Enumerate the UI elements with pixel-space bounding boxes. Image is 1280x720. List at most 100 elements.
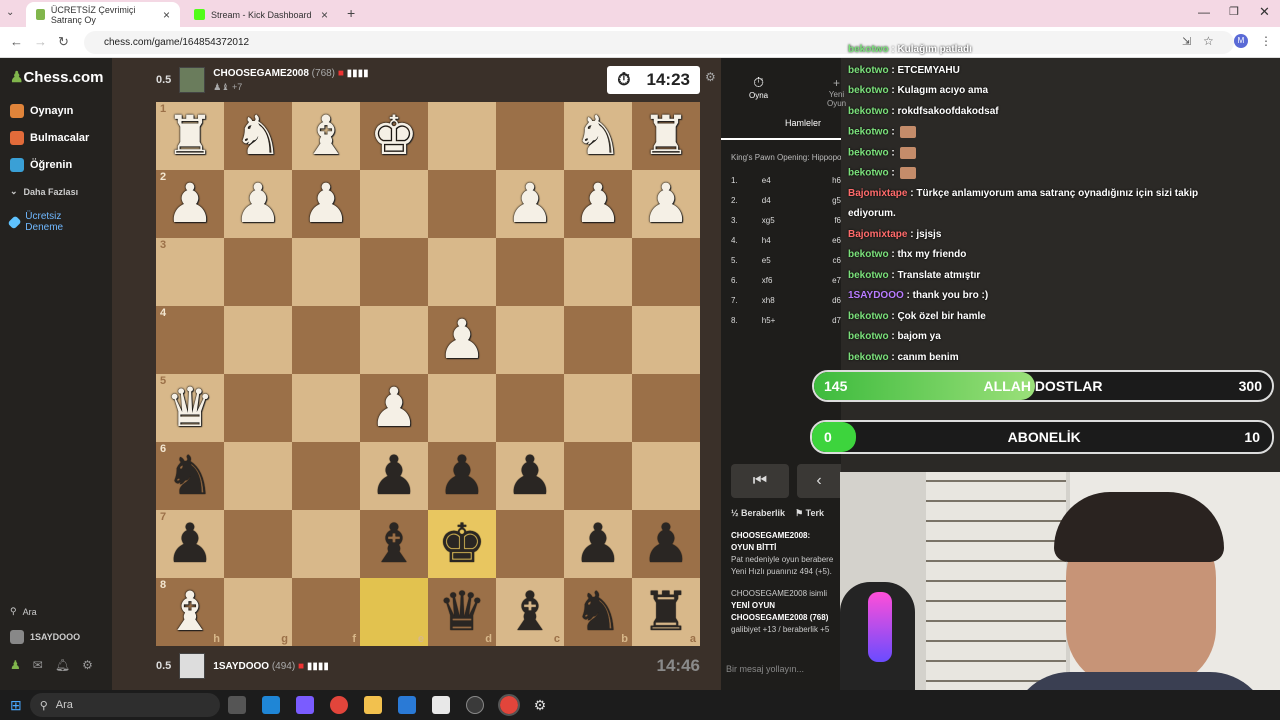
board-square[interactable]: [292, 238, 360, 306]
chess-piece[interactable]: ♝: [302, 109, 350, 163]
move-text[interactable]: xg5: [762, 216, 809, 225]
prev-move-button[interactable]: ‹: [797, 464, 841, 498]
chess-piece[interactable]: ♛: [166, 381, 214, 435]
tab-chess[interactable]: ÜCRETSİZ Çevrimiçi Satranç Oy ×: [26, 2, 180, 27]
settings-gear-icon[interactable]: ⚙: [82, 658, 93, 672]
close-tab-icon[interactable]: ×: [321, 8, 328, 22]
board-square[interactable]: ♚: [360, 102, 428, 170]
copilot-icon[interactable]: [295, 696, 314, 714]
first-move-button[interactable]: ⏮: [731, 464, 789, 498]
chess-piece[interactable]: ♟: [370, 381, 418, 435]
chess-piece[interactable]: ♞: [166, 449, 214, 503]
board-square[interactable]: [496, 238, 564, 306]
board-square[interactable]: [360, 170, 428, 238]
board-square[interactable]: [428, 238, 496, 306]
chess-piece[interactable]: ♟: [506, 177, 554, 231]
board-square[interactable]: ♟: [292, 170, 360, 238]
new-tab-icon[interactable]: +: [347, 5, 355, 21]
board-square[interactable]: e: [360, 578, 428, 646]
move-text[interactable]: e4: [762, 176, 809, 185]
chess-piece[interactable]: ♟: [642, 517, 690, 571]
board-square[interactable]: [496, 306, 564, 374]
move-text[interactable]: xh8: [762, 296, 809, 305]
board-square[interactable]: 3: [156, 238, 224, 306]
board-square[interactable]: ♞: [224, 102, 292, 170]
sidebar-free-trial[interactable]: Ücretsiz Deneme: [7, 211, 90, 233]
chrome-active-icon[interactable]: [497, 694, 520, 716]
board-square[interactable]: ♟: [496, 442, 564, 510]
chess-piece[interactable]: ♝: [506, 585, 554, 639]
chess-piece[interactable]: ♟: [506, 449, 554, 503]
minimize-icon[interactable]: —: [1198, 5, 1210, 19]
resign-button[interactable]: ⚑ Terk: [795, 508, 824, 519]
board-square[interactable]: [564, 442, 632, 510]
reload-icon[interactable]: ↻: [58, 34, 69, 50]
board-square[interactable]: 4: [156, 306, 224, 374]
board-square[interactable]: [292, 442, 360, 510]
board-square[interactable]: [360, 238, 428, 306]
chess-piece[interactable]: ♜: [166, 109, 214, 163]
board-square[interactable]: ♟: [632, 510, 700, 578]
board-square[interactable]: [224, 510, 292, 578]
board-square[interactable]: [632, 306, 700, 374]
board-square[interactable]: a ♜: [632, 578, 700, 646]
board-square[interactable]: ♞: [564, 102, 632, 170]
chess-piece[interactable]: ♚: [370, 109, 418, 163]
tab-new-game[interactable]: + Yeni Oyun: [827, 76, 846, 108]
chess-piece[interactable]: ♞: [574, 109, 622, 163]
board-square[interactable]: 6 ♞: [156, 442, 224, 510]
board-square[interactable]: ♟: [428, 306, 496, 374]
chess-piece[interactable]: ♜: [642, 109, 690, 163]
board-square[interactable]: g: [224, 578, 292, 646]
board-square[interactable]: f: [292, 578, 360, 646]
top-player-name[interactable]: CHOOSEGAME2008: [213, 68, 309, 79]
board-square[interactable]: [428, 170, 496, 238]
board-square[interactable]: [496, 510, 564, 578]
friends-icon[interactable]: ♟: [10, 658, 21, 672]
board-square[interactable]: [360, 306, 428, 374]
board-square[interactable]: 8 h ♝: [156, 578, 224, 646]
file-explorer-icon[interactable]: [363, 696, 382, 714]
tab-play[interactable]: ⏱ Oyna: [749, 74, 768, 100]
chess-piece[interactable]: ♛: [438, 585, 486, 639]
move-text[interactable]: h6: [822, 176, 841, 185]
board-square[interactable]: [292, 306, 360, 374]
taskbar-search[interactable]: ⚲ Ara: [29, 693, 220, 717]
outlook-icon[interactable]: [397, 696, 416, 714]
mail-icon[interactable]: ✉: [33, 658, 43, 672]
chess-piece[interactable]: ♟: [234, 177, 282, 231]
chess-piece[interactable]: ♜: [642, 585, 690, 639]
edge-icon[interactable]: [261, 696, 280, 714]
chess-piece[interactable]: ♞: [234, 109, 282, 163]
tab-kick[interactable]: Stream - Kick Dashboard ×: [184, 2, 338, 27]
move-text[interactable]: e7: [822, 276, 841, 285]
chess-piece[interactable]: ♝: [166, 585, 214, 639]
tab-list-chevron-icon[interactable]: ⌄: [6, 7, 14, 18]
board-square[interactable]: ♟: [360, 374, 428, 442]
chess-piece[interactable]: ♟: [438, 313, 486, 367]
board-square[interactable]: [224, 442, 292, 510]
board-square[interactable]: 5 ♛: [156, 374, 224, 442]
board-square[interactable]: ♟: [496, 170, 564, 238]
bottom-player-avatar[interactable]: [179, 653, 206, 679]
board-square[interactable]: [564, 238, 632, 306]
move-text[interactable]: g5: [822, 196, 841, 205]
sidebar-more[interactable]: ⌄ Daha Fazlası: [10, 186, 78, 197]
chat-message-input[interactable]: Bir mesaj yollayın...: [726, 664, 804, 674]
bell-icon[interactable]: 🔔︎: [55, 658, 70, 672]
move-text[interactable]: c6: [822, 256, 841, 265]
board-square[interactable]: ♟: [360, 442, 428, 510]
board-square[interactable]: [564, 306, 632, 374]
move-text[interactable]: d4: [762, 196, 809, 205]
sidebar-item-learn[interactable]: Öğrenin: [10, 158, 72, 172]
chess-piece[interactable]: ♟: [438, 449, 486, 503]
board-square[interactable]: [224, 238, 292, 306]
move-text[interactable]: f6: [822, 216, 841, 225]
board-square[interactable]: ♜: [632, 102, 700, 170]
board-square[interactable]: [292, 374, 360, 442]
board-square[interactable]: c ♝: [496, 578, 564, 646]
task-view-icon[interactable]: [227, 696, 246, 714]
board-square[interactable]: 2 ♟: [156, 170, 224, 238]
board-square[interactable]: [564, 374, 632, 442]
obs-icon[interactable]: [465, 696, 484, 714]
